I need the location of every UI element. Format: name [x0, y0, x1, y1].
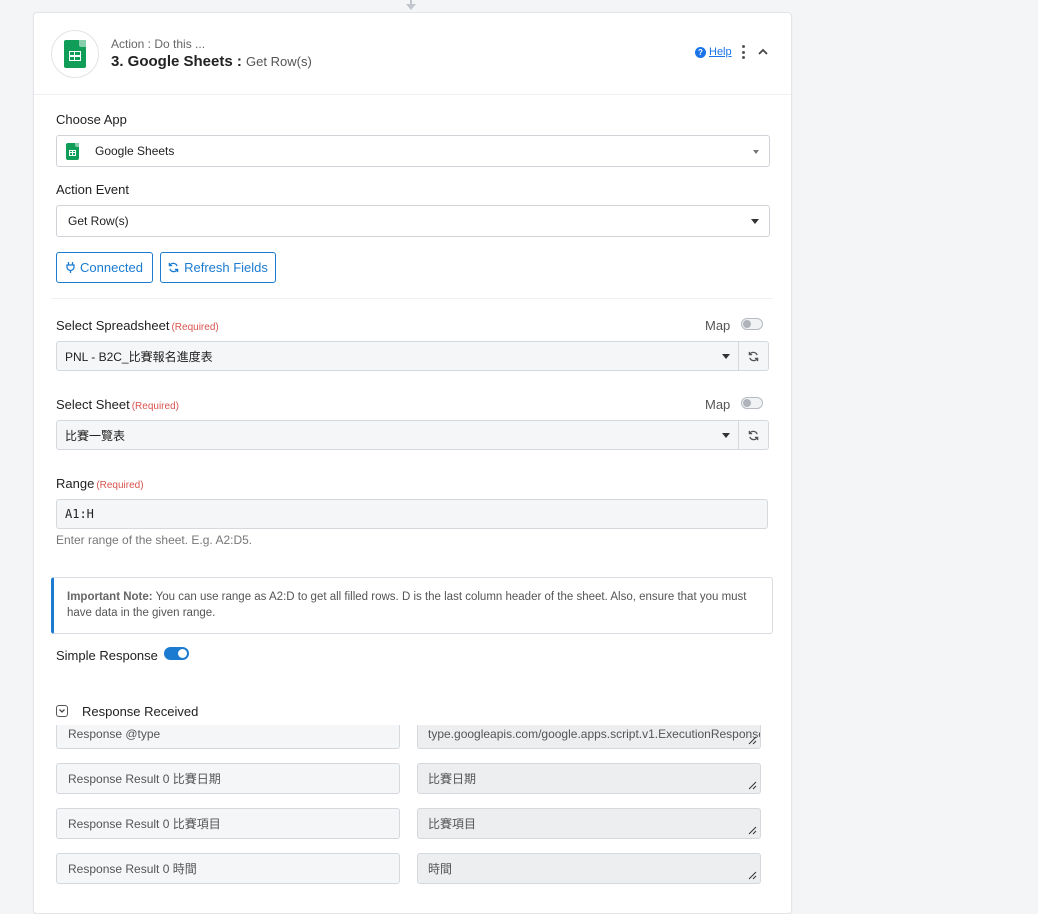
- choose-app-label: Choose App: [56, 112, 127, 127]
- dropdown-caret-icon: [722, 354, 730, 359]
- section-divider: [51, 298, 773, 299]
- refresh-spreadsheet-button[interactable]: [739, 341, 769, 371]
- resize-grip-icon[interactable]: [748, 736, 757, 745]
- select-sheet-text: Select Sheet: [56, 397, 130, 412]
- resize-grip-icon[interactable]: [748, 871, 757, 880]
- step-title-app: 3. Google Sheets :: [111, 53, 242, 70]
- response-value-field: 時間: [417, 853, 761, 884]
- note-title: Important Note:: [67, 591, 153, 603]
- select-sheet-label: Select Sheet (Required): [56, 397, 179, 412]
- range-label: Range (Required): [56, 476, 144, 491]
- app-logo: [51, 30, 99, 78]
- required-tag: (Required): [171, 322, 219, 333]
- response-value-text: 比賽日期: [428, 772, 477, 786]
- select-spreadsheet-value: PNL - B2C_比賽報名進度表: [65, 349, 213, 364]
- resize-grip-icon[interactable]: [748, 781, 757, 790]
- step-title-event: Get Row(s): [246, 54, 312, 69]
- required-tag: (Required): [96, 480, 144, 491]
- choose-app-select[interactable]: Google Sheets: [56, 135, 770, 167]
- response-value-field: type.googleapis.com/google.apps.script.v…: [417, 725, 761, 749]
- response-key-field: Response Result 0 比賽日期: [56, 763, 400, 794]
- response-value-text: 比賽項目: [428, 817, 477, 831]
- select-spreadsheet-dropdown[interactable]: PNL - B2C_比賽報名進度表: [56, 341, 739, 371]
- response-value-field: 比賽日期: [417, 763, 761, 794]
- refresh-fields-button[interactable]: Refresh Fields: [160, 252, 276, 283]
- help-link[interactable]: ? Help: [695, 46, 732, 58]
- response-key-field: Response @type: [56, 725, 400, 749]
- google-sheets-icon: [64, 40, 86, 68]
- more-options-icon[interactable]: [740, 45, 746, 59]
- range-hint: Enter range of the sheet. E.g. A2:D5.: [56, 533, 253, 547]
- response-value-text: 時間: [428, 862, 453, 876]
- connected-label: Connected: [80, 260, 143, 275]
- help-icon: ?: [695, 46, 706, 58]
- map-label: Map: [705, 397, 731, 412]
- response-value-field: 比賽項目: [417, 808, 761, 839]
- refresh-icon: [748, 430, 759, 440]
- dropdown-caret-icon: [722, 433, 730, 438]
- chevron-down-icon: [59, 709, 65, 713]
- refresh-sheet-button[interactable]: [739, 420, 769, 450]
- plug-icon: [66, 262, 75, 273]
- step-header: Action : Do this ... 3. Google Sheets : …: [34, 13, 791, 95]
- select-spreadsheet-label: Select Spreadsheet (Required): [56, 318, 219, 333]
- refresh-icon: [748, 351, 759, 361]
- action-step-card: Action : Do this ... 3. Google Sheets : …: [33, 12, 792, 914]
- google-sheets-small-icon: [66, 142, 79, 160]
- range-text: Range: [56, 476, 95, 491]
- select-sheet-dropdown[interactable]: 比賽一覽表: [56, 420, 739, 450]
- note-text: You can use range as A2:D to get all fil…: [67, 591, 747, 619]
- step-subtitle: Action : Do this ...: [111, 37, 206, 51]
- choose-app-value: Google Sheets: [95, 144, 175, 158]
- action-event-label: Action Event: [56, 182, 129, 197]
- refresh-icon: [168, 262, 179, 273]
- dropdown-caret-icon: [753, 150, 759, 154]
- response-key-field: Response Result 0 比賽項目: [56, 808, 400, 839]
- response-fields-list: Response @type type.googleapis.com/googl…: [51, 725, 774, 911]
- response-received-label: Response Received: [82, 704, 199, 719]
- sheet-map-toggle[interactable]: [741, 397, 763, 409]
- refresh-fields-label: Refresh Fields: [184, 260, 268, 275]
- range-value: A1:H: [65, 507, 94, 521]
- important-note-box: Important Note: You can use range as A2:…: [51, 577, 773, 634]
- response-value-text: type.googleapis.com/google.apps.script.v…: [428, 726, 761, 741]
- help-label: Help: [709, 46, 732, 58]
- spreadsheet-map-toggle[interactable]: [741, 318, 763, 330]
- resize-grip-icon[interactable]: [748, 826, 757, 835]
- dropdown-caret-icon: [751, 219, 759, 224]
- response-expand-toggle[interactable]: [56, 705, 68, 717]
- collapse-chevron-up-icon[interactable]: [757, 46, 769, 58]
- range-input[interactable]: A1:H: [56, 499, 768, 529]
- action-event-value: Get Row(s): [68, 214, 129, 228]
- select-sheet-value: 比賽一覽表: [65, 428, 126, 443]
- select-spreadsheet-text: Select Spreadsheet: [56, 318, 170, 333]
- simple-response-label: Simple Response: [56, 648, 158, 663]
- action-event-select[interactable]: Get Row(s): [56, 205, 770, 237]
- flow-connector-arrow-icon: [406, 4, 416, 10]
- response-key-field: Response Result 0 時間: [56, 853, 400, 884]
- map-label: Map: [705, 318, 731, 333]
- simple-response-toggle[interactable]: [164, 647, 189, 660]
- step-title: 3. Google Sheets : Get Row(s): [111, 53, 312, 70]
- required-tag: (Required): [131, 401, 179, 412]
- connected-button[interactable]: Connected: [56, 252, 153, 283]
